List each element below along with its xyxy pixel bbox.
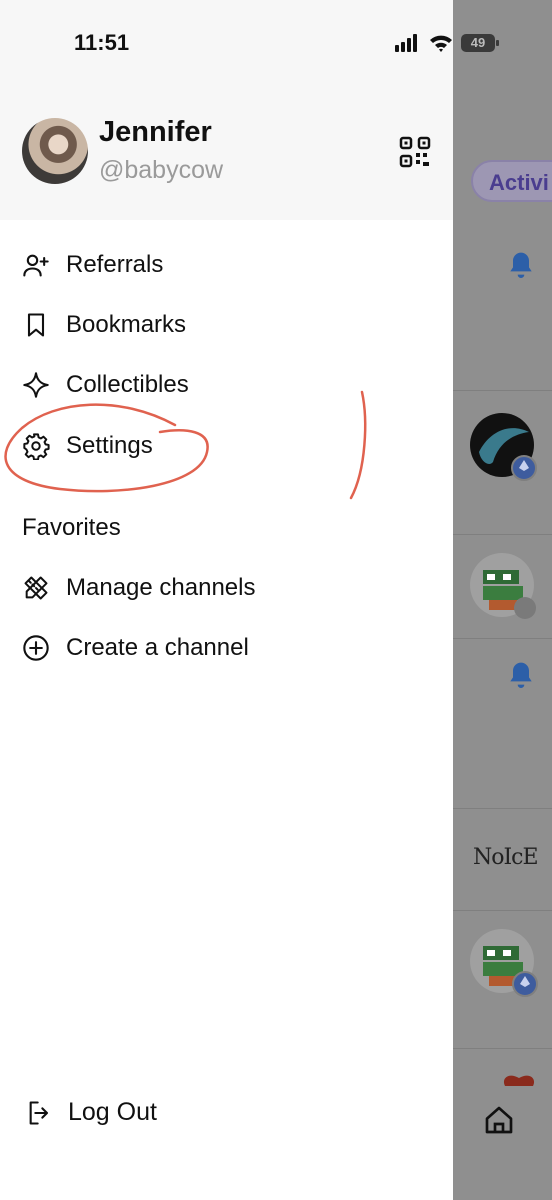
menu-item-label: Bookmarks xyxy=(66,311,187,338)
menu-item-referrals[interactable]: Referrals xyxy=(22,243,163,287)
favorites-heading: Favorites xyxy=(22,514,121,541)
background-feed: Activi NoIcE xyxy=(453,0,552,1200)
menu-item-collectibles[interactable]: Collectibles xyxy=(22,363,189,407)
bookmark-icon xyxy=(22,311,50,339)
qr-code-icon[interactable] xyxy=(399,136,431,168)
profile-handle: @babycow xyxy=(99,156,224,184)
logout-icon xyxy=(29,1100,49,1125)
status-time: 11:51 xyxy=(74,30,130,55)
menu-item-settings[interactable]: Settings xyxy=(22,424,153,468)
plus-circle-icon xyxy=(22,634,50,662)
avatar-droplet[interactable] xyxy=(469,412,539,482)
gear-icon xyxy=(22,432,50,460)
signal-icon xyxy=(395,34,417,52)
menu-item-create-channel[interactable]: Create a channel xyxy=(22,626,249,670)
heart-icon[interactable] xyxy=(501,1072,537,1086)
menu-item-label: Referrals xyxy=(66,251,164,278)
pencil-ruler-icon xyxy=(22,574,50,602)
activity-tab[interactable]: Activi xyxy=(471,160,552,202)
logout-label: Log Out xyxy=(68,1098,157,1126)
logout-button[interactable]: Log Out xyxy=(26,1098,157,1127)
sparkle-icon xyxy=(22,371,50,399)
menu-item-manage-channels[interactable]: Manage channels xyxy=(22,566,255,610)
menu-item-label: Create a channel xyxy=(66,634,249,661)
post-text: NoIcE xyxy=(473,845,539,870)
status-bar: 11:51 49 xyxy=(0,0,552,90)
battery-icon: 49 xyxy=(461,34,499,52)
menu-item-label: Settings xyxy=(66,432,153,459)
menu-item-label: Collectibles xyxy=(66,371,189,398)
status-icons: 49 xyxy=(395,34,499,52)
battery-level: 49 xyxy=(470,35,486,50)
activity-tab-label: Activi xyxy=(489,170,549,195)
bell-icon[interactable] xyxy=(505,660,537,692)
bell-icon[interactable] xyxy=(505,250,537,282)
avatar-pixel-frog[interactable] xyxy=(469,552,539,622)
add-user-icon xyxy=(22,251,50,279)
avatar-pixel-frog[interactable] xyxy=(469,928,539,998)
menu-item-bookmarks[interactable]: Bookmarks xyxy=(22,303,186,347)
home-icon[interactable] xyxy=(483,1104,515,1136)
wifi-icon xyxy=(430,35,452,52)
profile-name[interactable]: Jennifer xyxy=(99,116,212,149)
menu-item-label: Manage channels xyxy=(66,574,256,601)
avatar[interactable] xyxy=(22,118,88,184)
